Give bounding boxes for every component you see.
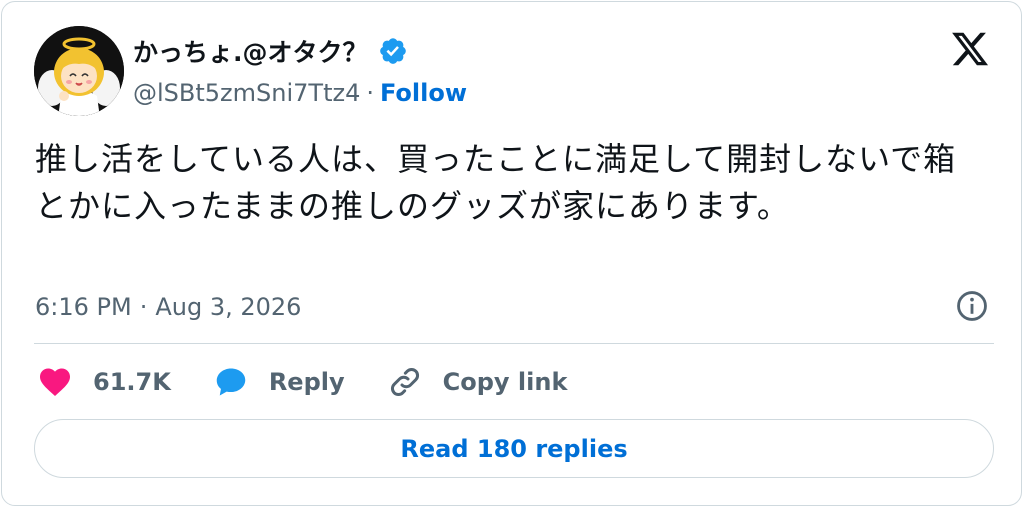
follow-button[interactable]: Follow bbox=[380, 79, 467, 107]
tweet-text: 推し活をしている人は、買ったことに満足して開封しないで箱とかに入ったままの推しの… bbox=[35, 140, 957, 225]
separator: · bbox=[366, 79, 374, 107]
link-icon bbox=[387, 364, 423, 400]
author-handle[interactable]: @lSBt5zmSni7Ttz4 bbox=[133, 79, 360, 107]
tweet-time: 6:16 PM bbox=[35, 293, 132, 321]
copy-link-label: Copy link bbox=[442, 368, 568, 396]
copy-link-button[interactable]: Copy link bbox=[387, 364, 568, 400]
divider bbox=[34, 343, 994, 344]
timestamp-separator: · bbox=[139, 293, 148, 321]
heart-icon bbox=[37, 364, 73, 400]
info-icon[interactable] bbox=[955, 289, 989, 323]
read-replies-label: Read 180 replies bbox=[400, 434, 628, 463]
avatar[interactable] bbox=[34, 26, 124, 116]
tweet-card: かっちょ.@オタク？ @lSBt5zmSni7Ttz4 · Follow 推し活… bbox=[1, 1, 1022, 506]
action-bar: 61.7K Reply Copy link bbox=[37, 362, 609, 402]
read-replies-button[interactable]: Read 180 replies bbox=[34, 419, 994, 478]
avatar-angel-image bbox=[34, 26, 124, 116]
verified-badge-icon bbox=[378, 36, 408, 66]
timestamp[interactable]: 6:16 PM · Aug 3, 2026 bbox=[35, 288, 301, 326]
tweet-date: Aug 3, 2026 bbox=[155, 293, 302, 321]
author-handle-row: @lSBt5zmSni7Ttz4 · Follow bbox=[133, 76, 467, 110]
author-name-row: かっちょ.@オタク？ bbox=[133, 32, 408, 70]
x-logo-icon[interactable] bbox=[949, 29, 991, 69]
like-button[interactable]: 61.7K bbox=[37, 364, 171, 400]
reply-label: Reply bbox=[268, 368, 345, 396]
like-count: 61.7K bbox=[93, 368, 171, 396]
display-name[interactable]: かっちょ.@オタク？ bbox=[133, 33, 368, 69]
reply-button[interactable]: Reply bbox=[213, 364, 345, 400]
reply-bubble-icon bbox=[213, 364, 249, 400]
